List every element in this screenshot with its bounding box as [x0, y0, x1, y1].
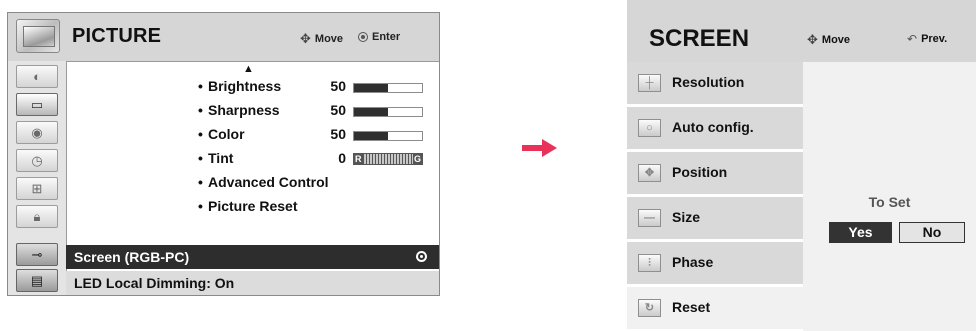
- brightness-bar-fill: [354, 84, 388, 92]
- size-icon: —: [638, 209, 661, 227]
- tint-row[interactable]: • Tint 0 R G: [66, 147, 439, 171]
- resolution-label: Resolution: [672, 74, 745, 90]
- return-icon: ↶: [907, 32, 918, 46]
- position-item[interactable]: ✥ Position: [627, 152, 803, 196]
- lock-icon[interactable]: 🔒︎: [16, 205, 58, 228]
- picture-reset-label: Picture Reset: [208, 198, 298, 214]
- brightness-bar[interactable]: [353, 83, 423, 93]
- tint-label: Tint: [208, 150, 234, 166]
- to-set-label: To Set: [868, 194, 911, 210]
- tint-bar[interactable]: R G: [353, 153, 423, 165]
- enter-hint: Enter: [358, 31, 400, 43]
- time-icon[interactable]: ◷: [16, 149, 58, 172]
- screen-menu-title: SCREEN: [649, 25, 750, 52]
- advanced-control-label: Advanced Control: [208, 174, 329, 190]
- sharpness-row[interactable]: • Sharpness 50: [66, 99, 439, 123]
- picture-menu-panel: PICTURE ✥ Move Enter ◐ ▭ ◉ ◷ ⊞ 🔒︎ ⊸ ▤ ▲ …: [7, 12, 440, 296]
- phase-item[interactable]: ⫶ Phase: [627, 242, 803, 286]
- phase-label: Phase: [672, 254, 714, 270]
- tint-value: 0: [338, 150, 346, 166]
- position-icon: ✥: [638, 164, 661, 182]
- move-hint-label: Move: [314, 33, 344, 45]
- picture-icon[interactable]: ◐: [16, 65, 58, 88]
- bullet: •: [198, 78, 203, 94]
- resolution-item[interactable]: ┼ Resolution: [627, 62, 803, 106]
- move-hint: ✥ Move: [807, 32, 850, 48]
- reset-label: Reset: [672, 299, 711, 315]
- picture-icon: [16, 19, 60, 53]
- led-local-dimming-label: LED Local Dimming: On: [74, 275, 235, 291]
- selected-radio-icon: [416, 251, 427, 262]
- brightness-row[interactable]: • Brightness 50: [66, 75, 439, 99]
- advanced-control-row[interactable]: • Advanced Control: [66, 171, 439, 195]
- color-value: 50: [330, 126, 346, 142]
- arrow-right-icon: [522, 139, 557, 157]
- bullet: •: [198, 102, 203, 118]
- auto-config-label: Auto config.: [672, 119, 754, 135]
- size-label: Size: [672, 209, 701, 225]
- screen-rgb-pc-item[interactable]: Screen (RGB-PC): [66, 245, 439, 269]
- move-icon: ✥: [300, 31, 311, 46]
- phase-icon: ⫶: [638, 254, 661, 272]
- usb-icon[interactable]: ▤: [16, 269, 58, 292]
- tint-red-label: R: [354, 153, 363, 165]
- color-bar[interactable]: [353, 131, 423, 141]
- sharpness-bar[interactable]: [353, 107, 423, 117]
- resolution-icon: ┼: [638, 74, 661, 92]
- picture-menu-title: PICTURE: [72, 25, 162, 47]
- category-sidebar: ◐ ▭ ◉ ◷ ⊞ 🔒︎ ⊸ ▤: [8, 61, 67, 295]
- enter-hint-label: Enter: [372, 31, 401, 43]
- move-hint-label: Move: [821, 34, 851, 46]
- option-icon[interactable]: ⊞: [16, 177, 58, 200]
- sharpness-bar-fill: [354, 108, 388, 116]
- move-hint: ✥ Move: [300, 31, 343, 47]
- sharpness-label: Sharpness: [208, 102, 280, 118]
- reset-item[interactable]: ↻ Reset: [627, 287, 803, 331]
- audio-icon[interactable]: ◉: [16, 121, 58, 144]
- reset-icon: ↻: [638, 299, 661, 317]
- screen-menu-panel: SCREEN ✥ Move ↶ Prev. ┼ Resolution ○ Aut…: [627, 0, 976, 331]
- screen-rgb-pc-label: Screen (RGB-PC): [74, 249, 190, 265]
- prev-hint-label: Prev.: [921, 33, 948, 45]
- screen-menu-header: SCREEN ✥ Move ↶ Prev.: [627, 0, 976, 62]
- move-icon: ✥: [807, 32, 818, 47]
- sharpness-value: 50: [330, 102, 346, 118]
- picture-reset-row[interactable]: • Picture Reset: [66, 195, 439, 219]
- prev-hint: ↶ Prev.: [907, 32, 947, 46]
- color-row[interactable]: • Color 50: [66, 123, 439, 147]
- led-local-dimming-item[interactable]: LED Local Dimming: On: [66, 271, 439, 295]
- brightness-value: 50: [330, 78, 346, 94]
- brightness-label: Brightness: [208, 78, 282, 94]
- bullet: •: [198, 126, 203, 142]
- reset-confirm-area: To Set Yes No: [803, 62, 976, 331]
- enter-icon: [358, 32, 368, 42]
- no-button[interactable]: No: [899, 222, 965, 243]
- picture-menu-header: PICTURE ✥ Move Enter: [8, 13, 439, 62]
- bullet: •: [198, 174, 203, 190]
- size-item[interactable]: — Size: [627, 197, 803, 241]
- input-icon[interactable]: ⊸: [16, 243, 58, 266]
- monitor-icon[interactable]: ▭: [16, 93, 58, 116]
- tint-green-label: G: [412, 153, 422, 165]
- picture-settings-list: ▲ • Brightness 50 • Sharpness 50 • Color…: [66, 61, 439, 295]
- scroll-up-icon[interactable]: ▲: [243, 63, 254, 75]
- bullet: •: [198, 198, 203, 214]
- color-label: Color: [208, 126, 245, 142]
- color-bar-fill: [354, 132, 388, 140]
- auto-config-item[interactable]: ○ Auto config.: [627, 107, 803, 151]
- position-label: Position: [672, 164, 728, 180]
- auto-config-icon: ○: [638, 119, 661, 137]
- yes-button[interactable]: Yes: [829, 222, 892, 243]
- bullet: •: [198, 150, 203, 166]
